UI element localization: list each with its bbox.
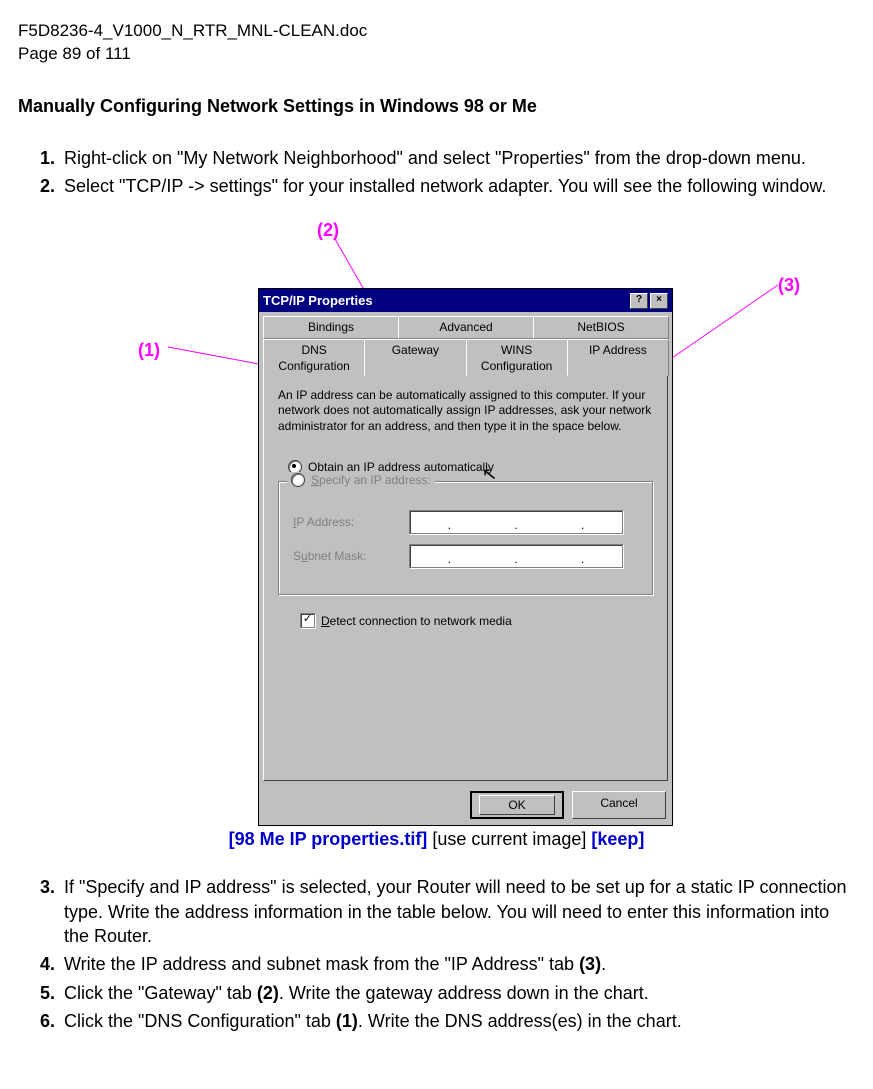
doc-pageline: Page 89 of 111 xyxy=(18,43,855,66)
tab-netbios[interactable]: NetBIOS xyxy=(533,316,669,338)
tab-row-back: Bindings Advanced NetBIOS xyxy=(263,316,668,338)
caption-keep: [keep] xyxy=(591,829,644,849)
dialog-button-row: OK Cancel xyxy=(259,785,672,825)
radio-specify-ip[interactable]: Specify an IP address: xyxy=(287,472,435,488)
ip-address-input[interactable]: ... xyxy=(409,510,623,534)
detect-label: Detect connection to network media xyxy=(321,613,512,629)
caption-file: [98 Me IP properties.tif] xyxy=(229,829,428,849)
subnet-mask-row: Subnet Mask: ... xyxy=(293,544,638,568)
caption-note: [use current image] xyxy=(427,829,591,849)
dialog-body: Bindings Advanced NetBIOS DNS Configurat… xyxy=(259,312,672,785)
help-text: An IP address can be automatically assig… xyxy=(278,388,653,435)
tab-bindings[interactable]: Bindings xyxy=(263,316,399,338)
dialog-titlebar[interactable]: TCP/IP Properties ? × xyxy=(259,289,672,313)
doc-filename: F5D8236-4_V1000_N_RTR_MNL-CLEAN.doc xyxy=(18,20,855,43)
tab-panel: An IP address can be automatically assig… xyxy=(263,376,668,781)
document-page: F5D8236-4_V1000_N_RTR_MNL-CLEAN.doc Page… xyxy=(0,0,873,1057)
step-list-cont: If "Specify and IP address" is selected,… xyxy=(18,875,855,1033)
close-button[interactable]: × xyxy=(650,293,668,309)
step-6: Click the "DNS Configuration" tab (1). W… xyxy=(60,1009,855,1033)
callout-3: (3) xyxy=(778,273,800,297)
subnet-mask-label: Subnet Mask: xyxy=(293,548,393,564)
dialog-title: TCP/IP Properties xyxy=(263,292,373,310)
tab-row-front: DNS Configuration Gateway WINS Configura… xyxy=(263,339,668,376)
tcpip-properties-dialog: TCP/IP Properties ? × Bindings Advanced … xyxy=(258,288,673,826)
checkbox-icon: ✓ xyxy=(300,613,315,628)
tab-advanced[interactable]: Advanced xyxy=(398,316,534,338)
cancel-button[interactable]: Cancel xyxy=(572,791,666,819)
ip-address-row: IP Address: ... xyxy=(293,510,638,534)
callout-1: (1) xyxy=(138,338,160,362)
step-1: Right-click on "My Network Neighborhood"… xyxy=(60,146,855,170)
step-list: Right-click on "My Network Neighborhood"… xyxy=(18,146,855,199)
tab-dns-configuration[interactable]: DNS Configuration xyxy=(263,339,365,376)
ip-address-label: IP Address: xyxy=(293,514,393,530)
section-title: Manually Configuring Network Settings in… xyxy=(18,94,855,118)
callout-2: (2) xyxy=(317,218,339,242)
step-4: Write the IP address and subnet mask fro… xyxy=(60,952,855,976)
help-button[interactable]: ? xyxy=(630,293,648,309)
step-2: Select "TCP/IP -> settings" for your ins… xyxy=(60,174,855,198)
titlebar-buttons: ? × xyxy=(630,293,668,309)
subnet-mask-input[interactable]: ... xyxy=(409,544,623,568)
doc-header: F5D8236-4_V1000_N_RTR_MNL-CLEAN.doc Page… xyxy=(18,20,855,66)
ok-button[interactable]: OK xyxy=(470,791,564,819)
specify-ip-group: Specify an IP address: IP Address: ... S… xyxy=(278,481,653,595)
radio-icon xyxy=(291,473,305,487)
figure-caption: [98 Me IP properties.tif] [use current i… xyxy=(18,827,855,851)
tab-gateway[interactable]: Gateway xyxy=(364,339,466,376)
radio-specify-label: Specify an IP address: xyxy=(311,472,431,488)
step-3: If "Specify and IP address" is selected,… xyxy=(60,875,855,948)
tab-wins-configuration[interactable]: WINS Configuration xyxy=(466,339,568,376)
step-5: Click the "Gateway" tab (2). Write the g… xyxy=(60,981,855,1005)
figure-area: (1) (2) (3) TCP/IP Properties ? × Bindin… xyxy=(18,203,855,823)
detect-connection-checkbox[interactable]: ✓ Detect connection to network media xyxy=(300,613,653,629)
tab-ip-address[interactable]: IP Address xyxy=(567,339,669,376)
